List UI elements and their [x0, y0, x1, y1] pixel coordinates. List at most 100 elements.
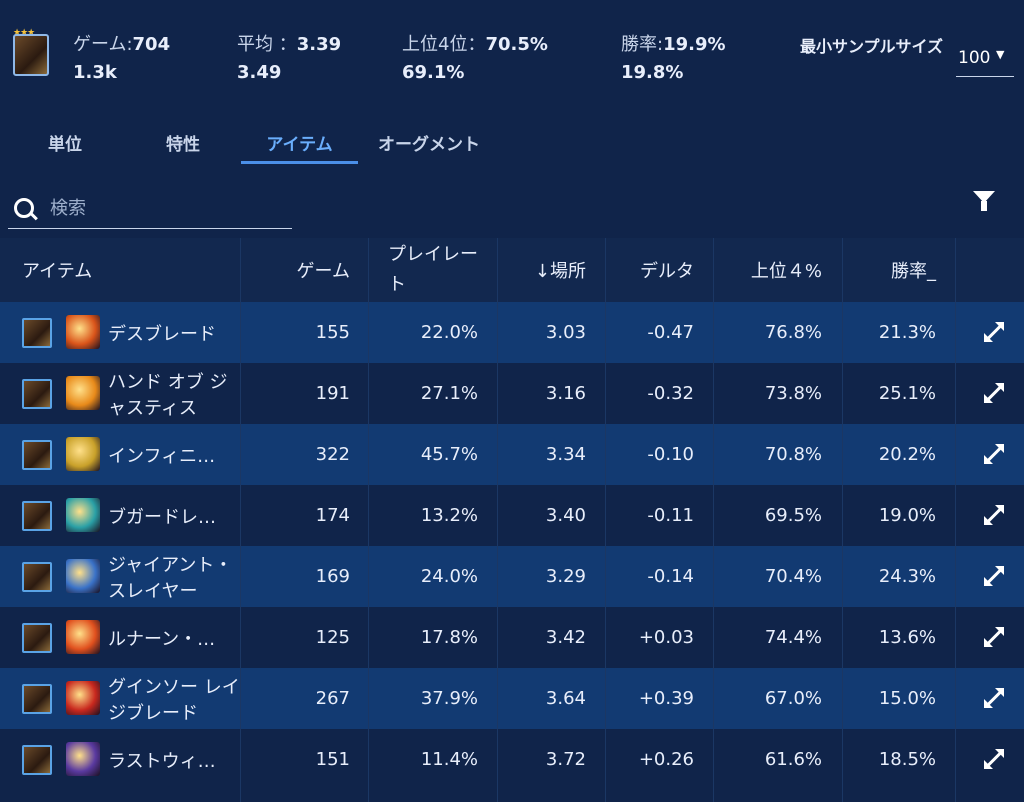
col-top4[interactable]: 上位４% — [720, 238, 822, 302]
place-cell: 3.72 — [545, 749, 586, 770]
expand-icon[interactable] — [984, 566, 1004, 586]
table-row[interactable]: デスブレード 155 22.0% 3.03 -0.47 76.8% 21.3% — [0, 302, 1024, 363]
delta-cell: -0.47 — [647, 322, 694, 343]
games-cell: 155 — [315, 322, 350, 343]
search-box — [8, 190, 292, 229]
top4-cell: 73.8% — [764, 383, 822, 404]
playrate-cell: 24.0% — [420, 566, 478, 587]
champion-mini-icon — [22, 379, 52, 409]
column-divider — [368, 238, 369, 802]
top4-label: 上位4位： — [402, 34, 486, 55]
champion-mini-icon — [22, 684, 52, 714]
expand-icon[interactable] — [984, 627, 1004, 647]
tab-traits[interactable]: 特性 — [148, 130, 218, 155]
item-name: ルナーン・… — [108, 628, 216, 650]
col-winrate[interactable]: 勝率_ — [850, 238, 936, 302]
delta-cell: +0.03 — [638, 627, 694, 648]
winrate-cell: 19.0% — [878, 505, 936, 526]
col-playrate[interactable]: プレイレート — [388, 238, 488, 302]
delta-cell: -0.10 — [647, 444, 694, 465]
place-cell: 3.29 — [545, 566, 586, 587]
table-row[interactable]: ブガードレ… 174 13.2% 3.40 -0.11 69.5% 19.0% — [0, 485, 1024, 546]
expand-icon[interactable] — [984, 505, 1004, 525]
top4-cell: 70.4% — [764, 566, 822, 587]
min-sample-select[interactable]: 100 ▼ — [956, 46, 1014, 77]
column-divider — [842, 238, 843, 802]
expand-icon[interactable] — [984, 383, 1004, 403]
tab-bar: 単位 特性 アイテム オーグメント — [0, 118, 520, 166]
column-divider — [955, 238, 956, 802]
table-row[interactable]: グインソー レイジブレード 267 37.9% 3.64 +0.39 67.0% 15.0% — [0, 668, 1024, 729]
tab-augments[interactable]: オーグメント — [364, 130, 494, 155]
item-name: インフィニ… — [108, 445, 216, 467]
avg-value: 3.39 — [296, 34, 342, 55]
chevron-down-icon: ▼ — [996, 48, 1005, 61]
expand-icon[interactable] — [984, 444, 1004, 464]
top4-cell: 70.8% — [764, 444, 822, 465]
item-icon — [66, 437, 100, 471]
expand-icon[interactable] — [984, 688, 1004, 708]
champion-mini-icon — [22, 318, 52, 348]
table-row[interactable]: インフィニ… 322 45.7% 3.34 -0.10 70.8% 20.2% — [0, 424, 1024, 485]
delta-cell: +0.39 — [638, 688, 694, 709]
top4-cell: 61.6% — [764, 749, 822, 770]
games-cell: 322 — [315, 444, 350, 465]
top4-cell: 74.4% — [764, 627, 822, 648]
delta-cell: -0.14 — [647, 566, 694, 587]
games-cell: 267 — [315, 688, 350, 709]
table-row[interactable]: ルナーン・… 125 17.8% 3.42 +0.03 74.4% 13.6% — [0, 607, 1024, 668]
winrate-label: 勝率: — [621, 34, 664, 55]
item-name: ハンド オブ ジャスティス — [108, 371, 228, 419]
top4-cell: 67.0% — [764, 688, 822, 709]
item-name: デスブレード — [108, 323, 216, 345]
winrate-sub: 19.8% — [621, 62, 684, 83]
item-icon — [66, 620, 100, 654]
delta-cell: -0.11 — [647, 505, 694, 526]
winrate-cell: 15.0% — [878, 688, 936, 709]
champion-portrait — [13, 34, 49, 76]
games-label: ゲーム: — [73, 34, 133, 55]
place-cell: 3.64 — [545, 688, 586, 709]
min-sample-value: 100 — [958, 48, 991, 68]
champion-mini-icon — [22, 745, 52, 775]
table-row[interactable]: ジャイアント・スレイヤー 169 24.0% 3.29 -0.14 70.4% 24.3% — [0, 546, 1024, 607]
playrate-cell: 17.8% — [420, 627, 478, 648]
search-input[interactable] — [48, 193, 292, 223]
col-delta[interactable]: デルタ — [610, 238, 694, 302]
winrate-cell: 20.2% — [878, 444, 936, 465]
table-row[interactable]: ハンド オブ ジャスティス 191 27.1% 3.16 -0.32 73.8% 25.1% — [0, 363, 1024, 424]
winrate-cell: 25.1% — [878, 383, 936, 404]
tab-items[interactable]: アイテム — [241, 130, 358, 155]
search-icon — [14, 198, 34, 218]
delta-cell: +0.26 — [638, 749, 694, 770]
place-cell: 3.03 — [545, 322, 586, 343]
column-divider — [497, 238, 498, 802]
table-row[interactable]: ラストウィ… 151 11.4% 3.72 +0.26 61.6% 18.5% — [0, 729, 1024, 790]
avg-label: 平均 ： — [237, 34, 297, 55]
item-name: ジャイアント・スレイヤー — [108, 554, 233, 602]
place-cell: 3.16 — [545, 383, 586, 404]
stats-header: ★★★ ゲーム:704 1.3k 平均 ：3.39 3.49 上位4位：70.5… — [0, 0, 1024, 110]
item-icon — [66, 559, 100, 593]
playrate-cell: 22.0% — [420, 322, 478, 343]
item-name: ブガードレ… — [108, 506, 216, 528]
tab-units[interactable]: 単位 — [30, 130, 100, 155]
item-icon — [66, 315, 100, 349]
winrate-cell: 21.3% — [878, 322, 936, 343]
filter-icon[interactable] — [973, 191, 995, 213]
games-stat: ゲーム:704 — [73, 30, 170, 56]
winrate-cell: 24.3% — [878, 566, 936, 587]
expand-icon[interactable] — [984, 749, 1004, 769]
col-games[interactable]: ゲーム — [240, 238, 350, 302]
table-header: アイテム ゲーム プレイレート ↓場所 デルタ 上位４% 勝率_ — [0, 238, 1024, 302]
top4-value: 70.5% — [485, 34, 548, 55]
min-sample-label: 最小サンプルサイズ — [800, 37, 944, 56]
expand-icon[interactable] — [984, 322, 1004, 342]
avg-stat: 平均 ：3.39 — [237, 30, 341, 56]
place-cell: 3.40 — [545, 505, 586, 526]
item-name: ラストウィ… — [108, 750, 216, 772]
col-place[interactable]: ↓場所 — [500, 238, 586, 302]
playrate-cell: 37.9% — [420, 688, 478, 709]
col-item[interactable]: アイテム — [22, 238, 222, 302]
winrate-cell: 18.5% — [878, 749, 936, 770]
